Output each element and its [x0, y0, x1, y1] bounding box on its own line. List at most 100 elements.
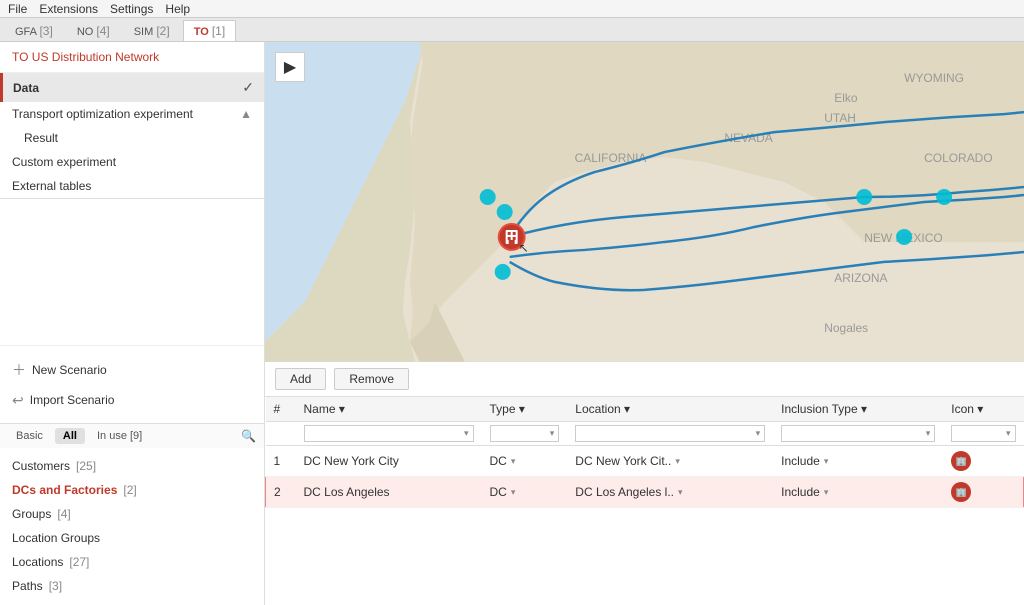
svg-text:↖: ↖: [519, 241, 529, 255]
row-icon: 🏢: [943, 477, 1023, 508]
col-location: Location ▾: [567, 397, 773, 422]
dcs-label: DCs and Factories: [12, 483, 117, 497]
transport-opt-item[interactable]: Transport optimization experiment ▲: [0, 102, 264, 126]
sidebar-item-groups[interactable]: Groups [4]: [0, 502, 264, 526]
dc-icon-1: 🏢: [951, 451, 971, 471]
check-icon: ✓: [242, 79, 254, 96]
add-btn[interactable]: Add: [275, 368, 326, 390]
data-panel: Data ✓ Transport optimization experiment…: [0, 73, 264, 199]
project-item[interactable]: TO US Distribution Network: [0, 42, 264, 73]
data-panel-header[interactable]: Data ✓: [0, 73, 264, 102]
sidebar-item-locations[interactable]: Locations [27]: [0, 550, 264, 574]
menu-settings[interactable]: Settings: [110, 2, 153, 16]
svg-text:UTAH: UTAH: [824, 111, 856, 125]
groups-badge: [4]: [57, 507, 70, 521]
table-toolbar: Add Remove: [265, 362, 1024, 397]
table-row[interactable]: 2 DC Los Angeles DC▾ DC Los Angeles l.. …: [266, 477, 1024, 508]
sidebar-item-periods[interactable]: Periods [1]: [0, 598, 264, 605]
sidebar-item-customers[interactable]: Customers [25]: [0, 454, 264, 478]
row-inclusion: Include▾: [773, 446, 943, 477]
row-name: DC New York City: [296, 446, 482, 477]
table-area: Add Remove # Name ▾: [265, 362, 1024, 605]
sidebar-list: Customers [25] DCs and Factories [2] Gro…: [0, 448, 264, 605]
sidebar: TO US Distribution Network Data ✓ Transp…: [0, 42, 265, 605]
svg-text:Nogales: Nogales: [824, 321, 868, 335]
plus-icon: ＋: [12, 360, 26, 380]
search-icon[interactable]: 🔍: [241, 429, 256, 443]
external-tables-item[interactable]: External tables: [0, 174, 264, 198]
scenario-actions: ＋ New Scenario ↩ Import Scenario: [0, 345, 264, 423]
dcs-badge: [2]: [123, 483, 136, 497]
filter-row: ▾ ▾ ▾ ▾ ▾: [266, 422, 1024, 446]
svg-text:WYOMING: WYOMING: [904, 71, 964, 85]
table-body: 1 DC New York City DC▾ DC New York Cit..…: [266, 446, 1024, 508]
name-filter[interactable]: ▾: [304, 425, 474, 442]
sidebar-item-dcs-factories[interactable]: DCs and Factories [2]: [0, 478, 264, 502]
inclusion-filter[interactable]: ▾: [781, 425, 935, 442]
col-name: Name ▾: [296, 397, 482, 422]
row-name: DC Los Angeles: [296, 477, 482, 508]
custom-experiment-item[interactable]: Custom experiment: [0, 150, 264, 174]
table-header-row: # Name ▾ Type ▾ Location ▾: [266, 397, 1024, 422]
row-num: 1: [266, 446, 296, 477]
row-type: DC▾: [482, 477, 568, 508]
data-panel-title: Data: [13, 81, 39, 95]
transport-arrow: ▲: [240, 107, 252, 121]
svg-text:ARIZONA: ARIZONA: [834, 271, 887, 285]
col-type: Type ▾: [482, 397, 568, 422]
paths-badge: [3]: [49, 579, 62, 593]
project-name: TO US Distribution Network: [12, 50, 159, 64]
customers-badge: [25]: [76, 459, 96, 473]
row-num: 2: [266, 477, 296, 508]
groups-label: Groups: [12, 507, 51, 521]
locations-badge: [27]: [69, 555, 89, 569]
type-filter[interactable]: ▾: [490, 425, 560, 442]
map-container: ▶ CALIFORNIA NEVADA UTAH WY: [265, 42, 1024, 362]
transport-opt-label: Transport optimization experiment: [12, 107, 193, 121]
tab-basic[interactable]: Basic: [8, 428, 51, 444]
result-label: Result: [24, 131, 58, 145]
result-item[interactable]: Result: [0, 126, 264, 150]
row-icon: 🏢: [943, 446, 1023, 477]
tab-in-use[interactable]: In use [9]: [89, 428, 150, 444]
tab-to[interactable]: TO [1]: [183, 20, 236, 41]
data-table: # Name ▾ Type ▾ Location ▾: [265, 397, 1024, 605]
menu-bar: File Extensions Settings Help: [0, 0, 1024, 18]
icon-filter[interactable]: ▾: [951, 425, 1015, 442]
col-icon: Icon ▾: [943, 397, 1023, 422]
row-inclusion: Include▾: [773, 477, 943, 508]
tab-no[interactable]: NO [4]: [66, 20, 121, 41]
remove-btn[interactable]: Remove: [334, 368, 409, 390]
dc-icon-2: 🏢: [951, 482, 971, 502]
col-num: #: [266, 397, 296, 422]
new-scenario-label: New Scenario: [32, 363, 107, 377]
row-type: DC▾: [482, 446, 568, 477]
location-groups-label: Location Groups: [12, 531, 100, 545]
tab-gfa[interactable]: GFA [3]: [4, 20, 64, 41]
table-row[interactable]: 1 DC New York City DC▾ DC New York Cit..…: [266, 446, 1024, 477]
custom-experiment-label: Custom experiment: [12, 155, 116, 169]
map-svg: CALIFORNIA NEVADA UTAH WYOMING COLORADO …: [265, 42, 1024, 362]
menu-extensions[interactable]: Extensions: [39, 2, 98, 16]
menu-file[interactable]: File: [8, 2, 27, 16]
menu-help[interactable]: Help: [165, 2, 190, 16]
sidebar-item-paths[interactable]: Paths [3]: [0, 574, 264, 598]
new-scenario-btn[interactable]: ＋ New Scenario: [0, 354, 264, 386]
paths-label: Paths: [12, 579, 43, 593]
svg-text:COLORADO: COLORADO: [924, 151, 993, 165]
map-nav-btn[interactable]: ▶: [275, 52, 305, 82]
tab-all[interactable]: All: [55, 428, 85, 444]
external-tables-label: External tables: [12, 179, 91, 193]
import-scenario-label: Import Scenario: [30, 393, 115, 407]
location-filter[interactable]: ▾: [575, 425, 765, 442]
customers-label: Customers: [12, 459, 70, 473]
svg-text:Elko: Elko: [834, 91, 858, 105]
locations-label: Locations: [12, 555, 63, 569]
import-scenario-btn[interactable]: ↩ Import Scenario: [0, 386, 264, 415]
sidebar-item-location-groups[interactable]: Location Groups: [0, 526, 264, 550]
row-location: DC Los Angeles l.. ▾: [567, 477, 773, 508]
row-location: DC New York Cit.. ▾: [567, 446, 773, 477]
tab-sim[interactable]: SIM [2]: [123, 20, 181, 41]
col-inclusion-type: Inclusion Type ▾: [773, 397, 943, 422]
svg-text:CALIFORNIA: CALIFORNIA: [575, 151, 647, 165]
